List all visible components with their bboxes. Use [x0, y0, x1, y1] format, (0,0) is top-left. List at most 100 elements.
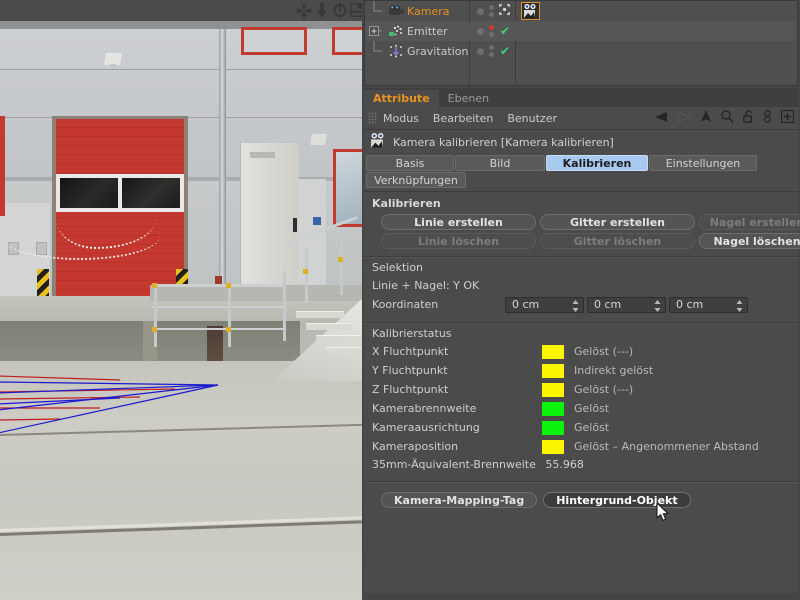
particle-emitter-icon — [389, 25, 404, 38]
object-visibility-dots[interactable] — [471, 4, 517, 18]
camera-object-icon — [389, 5, 404, 18]
menu-benutzer[interactable]: Benutzer — [507, 112, 557, 125]
editor-visibility-dot[interactable] — [477, 48, 484, 55]
menu-bearbeiten[interactable]: Bearbeiten — [433, 112, 493, 125]
coordinate-y-value: 0 cm — [588, 298, 621, 311]
status-value: Gelöst (---) — [574, 383, 633, 396]
object-visibility-dots[interactable]: ✔ — [471, 24, 517, 38]
lock-open-icon[interactable] — [743, 110, 754, 126]
object-name-cell[interactable]: Emitter — [365, 21, 471, 41]
target-marker-icon[interactable] — [499, 4, 510, 18]
status-label: Y Fluchtpunkt — [372, 364, 542, 377]
render-visibility-dots[interactable] — [489, 45, 494, 57]
tab-ebenen[interactable]: Ebenen — [439, 90, 498, 107]
status-swatch — [542, 383, 564, 397]
delete-grid-button: Gitter löschen — [540, 233, 695, 249]
selection-header: Selektion — [364, 258, 798, 276]
spinner-icon[interactable] — [654, 300, 661, 312]
search-icon[interactable] — [721, 110, 734, 126]
spinner-icon[interactable] — [736, 300, 743, 312]
object-row-gravitation[interactable]: Gravitation ✔ — [365, 41, 797, 61]
add-icon[interactable] — [781, 110, 794, 126]
tab-basis[interactable]: Basis — [366, 155, 454, 171]
coordinates-row: Koordinaten 0 cm 0 cm 0 cm — [364, 294, 798, 315]
calibration-lines-overlay[interactable] — [0, 21, 362, 600]
viewport-area — [0, 0, 362, 600]
status-row-x-vanishing-point: X Fluchtpunkt Gelöst (---) — [364, 342, 798, 361]
render-visibility-dots[interactable] — [489, 5, 494, 17]
calibrate-panel-body: Kalibrieren Linie erstellen Gitter erste… — [364, 192, 798, 593]
forward-arrow-icon[interactable] — [677, 111, 691, 126]
object-label[interactable]: Gravitation — [407, 45, 468, 58]
status-swatch — [542, 345, 564, 359]
object-name-cell[interactable]: Kamera — [365, 1, 471, 21]
attribute-manager-menubar: Modus Bearbeiten Benutzer — [364, 107, 798, 130]
enabled-check-icon[interactable]: ✔ — [500, 24, 510, 38]
camera-calibrator-tag-icon[interactable] — [521, 2, 540, 20]
rotate-tool-icon[interactable] — [332, 3, 348, 18]
status-label: Z Fluchtpunkt — [372, 383, 542, 396]
delete-line-button: Linie löschen — [381, 233, 536, 249]
object-tag-area[interactable] — [517, 1, 797, 21]
create-line-button[interactable]: Linie erstellen — [381, 214, 536, 230]
object-label[interactable]: Kamera — [407, 5, 450, 18]
panel-grip-handle[interactable] — [368, 112, 377, 124]
object-visibility-dots[interactable]: ✔ — [471, 44, 517, 58]
tab-attribute[interactable]: Attribute — [364, 90, 439, 107]
coordinate-z-field[interactable]: 0 cm — [669, 297, 748, 313]
coordinates-label: Koordinaten — [372, 298, 505, 311]
tab-bild[interactable]: Bild — [455, 155, 545, 171]
tab-verknuepfungen[interactable]: Verknüpfungen — [366, 172, 466, 188]
status-label: Kameraposition — [372, 440, 542, 453]
editor-visibility-dot[interactable] — [477, 8, 484, 15]
enabled-check-icon[interactable]: ✔ — [500, 44, 510, 58]
link-icon[interactable] — [763, 110, 772, 126]
object-tag-area[interactable] — [517, 41, 797, 61]
attribute-manager: Attribute Ebenen Modus Bearbeiten Benutz… — [364, 88, 798, 598]
object-manager[interactable]: Kamera — [364, 0, 798, 86]
object-label[interactable]: Emitter — [407, 25, 448, 38]
attribute-manager-tabbar[interactable]: Attribute Ebenen — [364, 88, 798, 107]
tab-einstellungen[interactable]: Einstellungen — [649, 155, 757, 171]
status-row-camera-orientation: Kameraausrichtung Gelöst — [364, 418, 798, 437]
spinner-icon[interactable] — [572, 300, 579, 312]
create-grid-button[interactable]: Gitter erstellen — [540, 214, 695, 230]
camera-mapping-tag-button[interactable]: Kamera-Mapping-Tag — [381, 492, 537, 508]
calibrate-button-grid: Linie erstellen Gitter erstellen Nagel e… — [364, 213, 798, 249]
back-arrow-icon[interactable] — [654, 111, 668, 126]
status-value: Gelöst – Angenommener Abstand — [574, 440, 759, 453]
status-value: Gelöst — [574, 421, 609, 434]
create-pin-button: Nagel erstellen — [699, 214, 800, 230]
attribute-object-title: Kamera kalibrieren [Kamera kalibrieren] — [393, 136, 614, 149]
menu-modus[interactable]: Modus — [383, 112, 419, 125]
tab-kalibrieren[interactable]: Kalibrieren — [546, 155, 648, 171]
equivalent-focal-length-row: 35mm-Äquivalent-Brennweite 55.968 — [364, 456, 798, 474]
viewport-toolbar — [0, 0, 362, 21]
status-row-camera-position: Kameraposition Gelöst – Angenommener Abs… — [364, 437, 798, 456]
attribute-toolbar — [654, 110, 794, 126]
editor-visibility-dot[interactable] — [477, 28, 484, 35]
bottom-button-row: Kamera-Mapping-Tag Hintergrund-Objekt — [364, 483, 798, 508]
camera-calibrator-tag-icon — [369, 132, 387, 152]
object-name-cell[interactable]: Gravitation — [365, 41, 471, 61]
status-row-focal-length: Kamerabrennweite Gelöst — [364, 399, 798, 418]
viewport-background-image[interactable] — [0, 21, 362, 600]
status-swatch — [542, 364, 564, 378]
status-value: Gelöst (---) — [574, 345, 633, 358]
delete-pin-button[interactable]: Nagel löschen — [699, 233, 800, 249]
status-label: Kamerabrennweite — [372, 402, 542, 415]
object-row-emitter[interactable]: Emitter ✔ — [365, 21, 797, 41]
object-row-kamera[interactable]: Kamera — [365, 1, 797, 21]
application-window: Kamera — [0, 0, 800, 600]
coordinate-y-field[interactable]: 0 cm — [587, 297, 666, 313]
tree-expand-icon[interactable] — [369, 21, 389, 41]
right-panel-column: Kamera — [362, 0, 800, 600]
up-arrow-icon[interactable] — [700, 110, 712, 126]
coordinate-x-field[interactable]: 0 cm — [505, 297, 584, 313]
object-property-tabs[interactable]: Basis Bild Kalibrieren Einstellungen Ver… — [364, 154, 798, 192]
status-label: Kameraausrichtung — [372, 421, 542, 434]
move-tool-icon[interactable] — [296, 3, 312, 18]
scale-tool-icon[interactable] — [314, 3, 330, 18]
object-tag-area[interactable] — [517, 21, 797, 41]
render-visibility-dots[interactable] — [489, 25, 494, 37]
